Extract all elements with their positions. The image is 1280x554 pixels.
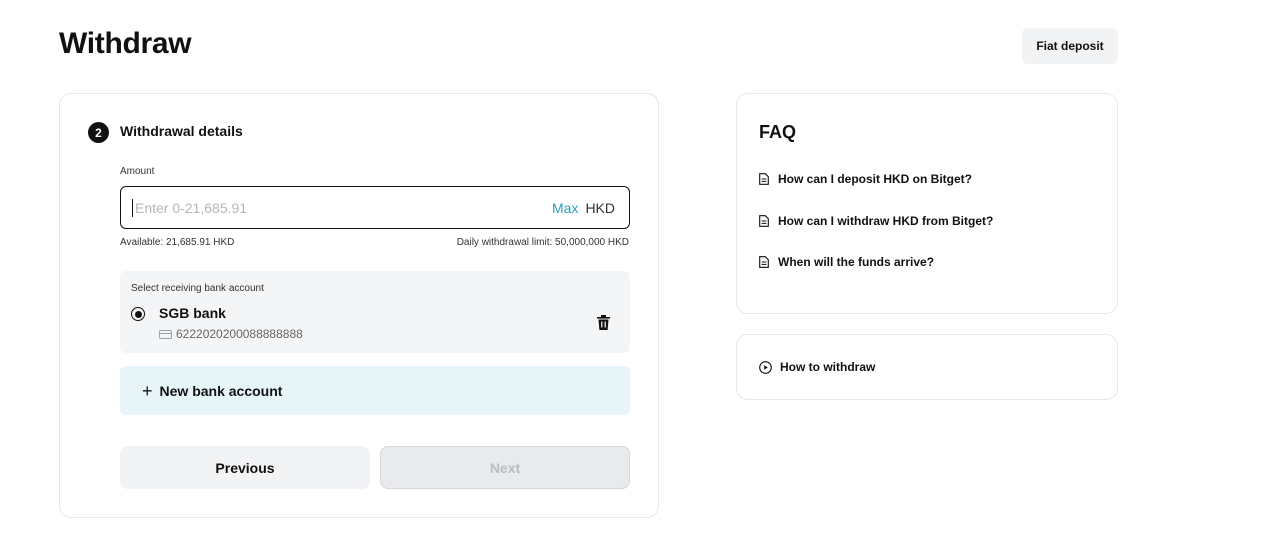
withdrawal-details-card: 2 Withdrawal details Amount Max HKD Avai…	[59, 93, 659, 518]
amount-input[interactable]	[132, 198, 552, 217]
faq-item-label: How can I deposit HKD on Bitget?	[778, 172, 972, 186]
bank-account-radio[interactable]	[131, 307, 145, 321]
available-balance: Available: 21,685.91 HKD	[120, 237, 235, 248]
faq-item-label: When will the funds arrive?	[778, 255, 935, 269]
faq-item-deposit-hkd[interactable]: How can I deposit HKD on Bitget?	[759, 172, 972, 186]
trash-icon[interactable]	[597, 315, 610, 330]
document-icon	[759, 256, 769, 268]
bank-name: SGB bank	[159, 305, 226, 321]
how-to-withdraw-label: How to withdraw	[780, 360, 876, 374]
bank-account-row: 6222020200088888888	[159, 327, 303, 341]
bank-account-panel: Select receiving bank account SGB bank 6…	[120, 271, 630, 353]
step-number-badge: 2	[88, 122, 109, 143]
faq-item-label: How can I withdraw HKD from Bitget?	[778, 214, 994, 228]
bank-account-number: 6222020200088888888	[176, 327, 303, 341]
play-circle-icon	[759, 360, 772, 374]
currency-label: HKD	[585, 199, 615, 216]
amount-field[interactable]: Max HKD	[120, 186, 630, 229]
previous-button[interactable]: Previous	[120, 446, 370, 489]
faq-item-withdraw-hkd[interactable]: How can I withdraw HKD from Bitget?	[759, 214, 993, 228]
page-title: Withdraw	[59, 27, 192, 60]
fiat-deposit-button[interactable]: Fiat deposit	[1022, 28, 1118, 64]
faq-item-funds-arrive[interactable]: When will the funds arrive?	[759, 255, 934, 269]
next-button[interactable]: Next	[380, 446, 630, 489]
max-button[interactable]: Max	[552, 200, 578, 216]
document-icon	[759, 173, 769, 185]
bank-card-icon	[159, 329, 172, 339]
new-bank-account-button[interactable]: + New bank account	[120, 366, 630, 415]
faq-title: FAQ	[759, 122, 797, 142]
amount-label: Amount	[120, 166, 155, 177]
faq-card: FAQ How can I deposit HKD on Bitget? How…	[736, 93, 1118, 314]
daily-withdrawal-limit: Daily withdrawal limit: 50,000,000 HKD	[456, 237, 629, 248]
document-icon	[759, 215, 769, 227]
bank-select-label: Select receiving bank account	[131, 283, 264, 294]
section-title: Withdrawal details	[120, 123, 243, 139]
plus-icon: +	[142, 380, 153, 401]
new-bank-account-label: New bank account	[159, 382, 283, 399]
how-to-withdraw-card[interactable]: How to withdraw	[736, 334, 1118, 400]
